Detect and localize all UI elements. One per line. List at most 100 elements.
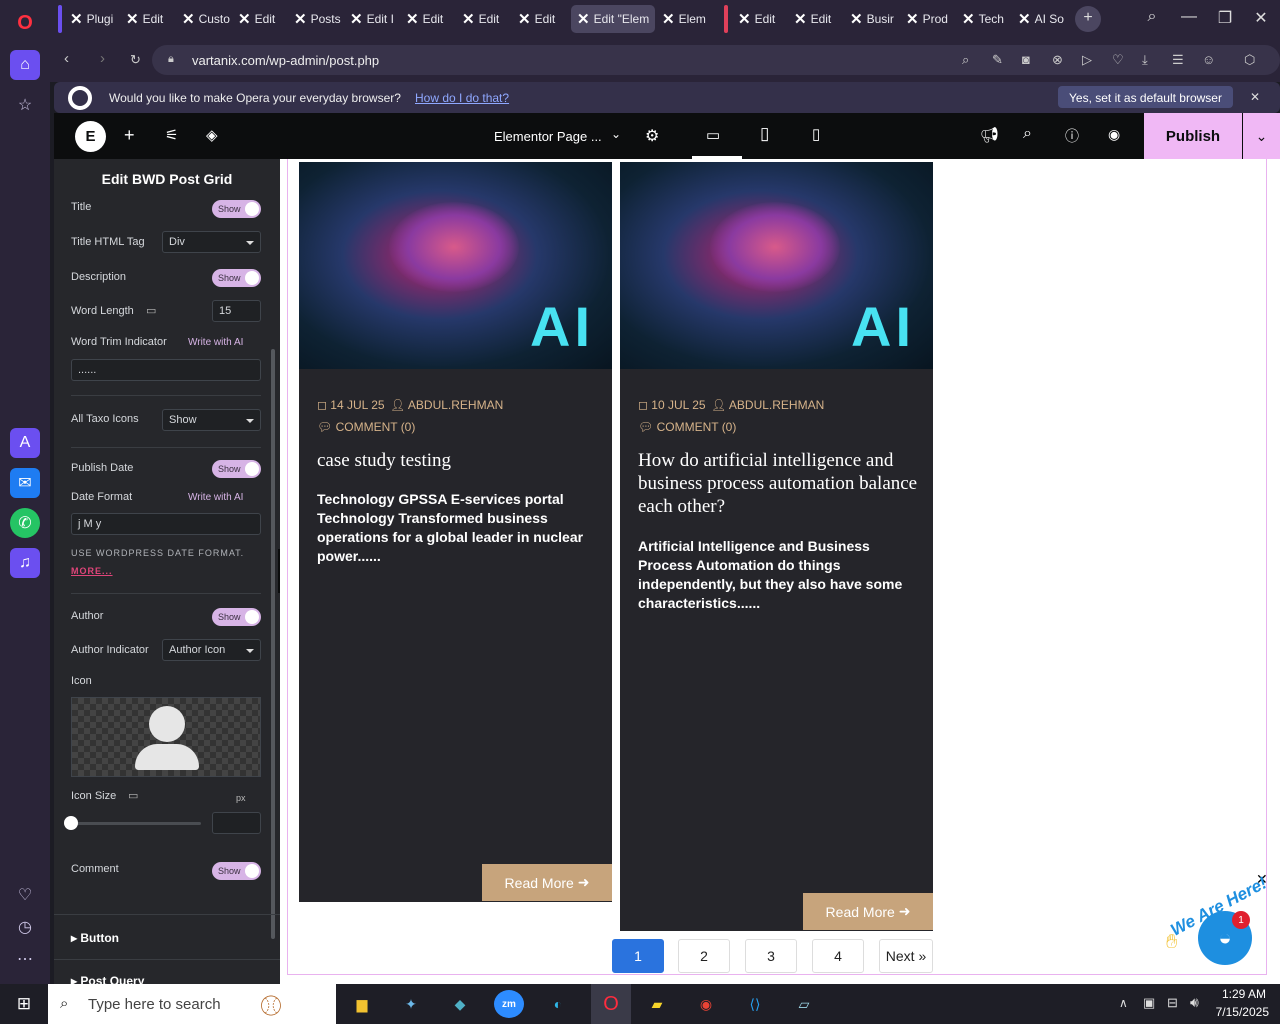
comment-toggle[interactable]: Show	[212, 862, 261, 880]
post-query-section[interactable]: ▸ Post Query	[71, 974, 144, 984]
post-author[interactable]: 👤︎ ABDUL.REHMAN	[711, 398, 824, 412]
adblock-icon[interactable]: ⊗	[1052, 52, 1063, 68]
post-comments[interactable]: 💬︎ COMMENT (0)	[317, 420, 415, 434]
star-icon[interactable]: ☆	[10, 90, 40, 120]
tab-active[interactable]: ✕ Edit "Elem	[571, 5, 655, 33]
post-comments[interactable]: 💬︎ COMMENT (0)	[638, 420, 736, 434]
chrome-icon[interactable]: ◉	[691, 990, 721, 1018]
heart-icon[interactable]: ♡	[10, 880, 40, 910]
search-tabs-icon[interactable]: ⌕	[1137, 8, 1167, 26]
tab[interactable]: ✕ Busir	[844, 5, 899, 33]
icon-size-input[interactable]	[212, 812, 261, 834]
how-to-link[interactable]: How do I do that?	[415, 91, 509, 105]
post-title[interactable]: case study testing	[317, 449, 597, 472]
tab[interactable]: ✕ Edit	[456, 5, 511, 33]
search-icon[interactable]: ⌕	[1023, 125, 1032, 143]
word-trim-input[interactable]: ......	[71, 359, 261, 381]
page-2-button[interactable]: 2	[678, 939, 730, 973]
edge-icon[interactable]: ◐	[543, 990, 573, 1018]
network-icon[interactable]: ⊟	[1167, 995, 1178, 1011]
post-author[interactable]: 👤︎ ABDUL.REHMAN	[390, 398, 503, 412]
download-icon[interactable]: ⤓	[1142, 52, 1148, 68]
set-default-button[interactable]: Yes, set it as default browser	[1058, 86, 1233, 108]
send-icon[interactable]: ▷	[1082, 52, 1092, 68]
restore-button[interactable]: ❐	[1210, 8, 1240, 28]
date-format-input[interactable]: j M y	[71, 513, 261, 535]
taskbar-search-box[interactable]: ⌕ Type here to search ⚾︎	[48, 984, 336, 1024]
close-window-button[interactable]: ✕	[1246, 8, 1276, 28]
new-tab-button[interactable]: +	[1075, 6, 1101, 32]
zoom-icon[interactable]: zm	[494, 990, 524, 1018]
read-more-button[interactable]: Read More ➜	[803, 893, 933, 930]
app-icon[interactable]: ▱	[789, 990, 819, 1018]
title-html-tag-select[interactable]: Div	[162, 231, 261, 253]
aria-icon[interactable]: A	[10, 428, 40, 458]
icon-picker[interactable]	[71, 697, 261, 777]
read-more-button[interactable]: Read More ➜	[482, 864, 612, 901]
site-settings-icon[interactable]: ⚟	[165, 126, 178, 144]
music-icon[interactable]: ♫	[10, 548, 40, 578]
tab[interactable]: ✕ Edit	[732, 5, 787, 33]
sticky-notes-icon[interactable]: ▰	[642, 990, 672, 1018]
add-element-icon[interactable]: +	[124, 125, 135, 146]
structure-icon[interactable]: ◈	[206, 126, 218, 144]
tab[interactable]: ✕ Edit	[120, 5, 175, 33]
tray-app-icon[interactable]: ▣	[1143, 995, 1155, 1011]
button-section[interactable]: ▸ Button	[71, 931, 119, 945]
tab[interactable]: ✕ Tech	[956, 5, 1011, 33]
tab[interactable]: ✕ Prod	[900, 5, 955, 33]
paint-app-icon[interactable]: ✦	[396, 990, 426, 1018]
icon-size-slider-handle[interactable]	[64, 816, 78, 830]
publish-button[interactable]: Publish	[1144, 113, 1242, 159]
page-4-button[interactable]: 4	[812, 939, 864, 973]
reload-icon[interactable]: ↻	[130, 52, 141, 68]
more-link[interactable]: MORE...	[71, 566, 113, 576]
url-field[interactable]: 🔒︎ vartanix.com/wp-admin/post.php ⌕ ✎ ◙ …	[152, 45, 1280, 75]
post-image[interactable]: AI	[299, 162, 612, 369]
show-hidden-icons[interactable]: ∧	[1119, 996, 1128, 1010]
clock-time[interactable]: 1:29 AM	[1216, 987, 1266, 1001]
tab[interactable]: ✕ Plugi	[64, 5, 119, 33]
gear-icon[interactable]: ⚙	[645, 126, 659, 146]
minimize-button[interactable]: —	[1174, 8, 1204, 26]
publish-options-icon[interactable]: ⌄	[1243, 113, 1280, 159]
responsive-desktop-icon[interactable]: ▭	[128, 789, 138, 802]
post-card[interactable]: AI ◻ 10 JUL 25 👤︎ ABDUL.REHMAN 💬︎ COMMEN…	[620, 162, 933, 931]
whatsapp-icon[interactable]: ✆	[10, 508, 40, 538]
author-toggle[interactable]: Show	[212, 608, 261, 626]
tab[interactable]: ✕ Edit	[232, 5, 287, 33]
preview-icon[interactable]: ◉	[1108, 126, 1120, 143]
mobile-icon[interactable]: ▯	[812, 125, 820, 143]
camera-icon[interactable]: ◙	[1022, 52, 1030, 67]
next-page-button[interactable]: Next »	[879, 939, 933, 973]
clock-date[interactable]: 7/15/2025	[1208, 1005, 1269, 1019]
tab[interactable]: ✕ Edit I	[344, 5, 399, 33]
file-explorer-icon[interactable]: ▆	[347, 990, 377, 1018]
close-bar-icon[interactable]: ✕	[1250, 90, 1260, 104]
more-icon[interactable]: ⋯	[10, 944, 40, 974]
post-card[interactable]: AI ◻ 14 JUL 25 👤︎ ABDUL.REHMAN 💬︎ COMMEN…	[299, 162, 612, 902]
history-icon[interactable]: ◷	[10, 912, 40, 942]
page-3-button[interactable]: 3	[745, 939, 797, 973]
notifications-icon[interactable]: 📢︎	[980, 126, 999, 144]
taxo-icons-select[interactable]: Show	[162, 409, 261, 431]
post-title[interactable]: How do artificial intelligence and busin…	[638, 449, 918, 518]
tab[interactable]: ✕ Posts	[288, 5, 343, 33]
zoom-search-icon[interactable]: ⌕	[962, 52, 969, 68]
page-1-button[interactable]: 1	[612, 939, 664, 973]
back-icon[interactable]: ‹	[64, 50, 69, 67]
word-length-input[interactable]: 15	[212, 300, 261, 322]
tab[interactable]: ✕ Edit	[400, 5, 455, 33]
volume-icon[interactable]: 🔊︎	[1190, 994, 1199, 1011]
unit-select[interactable]: px	[236, 793, 246, 803]
help-icon[interactable]: ⓘ	[1065, 126, 1079, 146]
tab[interactable]: ✕ Edit	[512, 5, 567, 33]
icon-size-slider-track[interactable]	[71, 822, 201, 825]
home-icon[interactable]: ⌂	[10, 50, 40, 80]
messenger-icon[interactable]: ✉	[10, 468, 40, 498]
publish-date-toggle[interactable]: Show	[212, 460, 261, 478]
title-toggle[interactable]: Show	[212, 200, 261, 218]
app-icon[interactable]: ◆	[445, 990, 475, 1018]
tab[interactable]: ✕ Edit	[788, 5, 843, 33]
panel-scrollbar[interactable]	[271, 349, 275, 939]
